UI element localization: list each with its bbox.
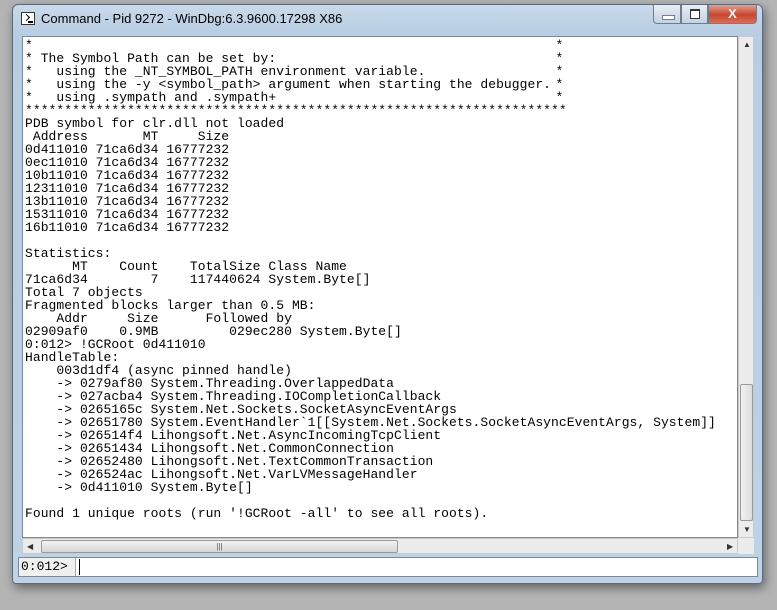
scroll-down-icon[interactable]: ▼ bbox=[743, 525, 751, 534]
command-prompt: 0:012> bbox=[19, 558, 76, 576]
output-line: 0:012> !GCRoot 0d411010 bbox=[25, 337, 206, 352]
scroll-right-icon[interactable]: ▶ bbox=[727, 542, 733, 551]
scroll-up-icon[interactable]: ▲ bbox=[743, 40, 751, 49]
command-input-row: 0:012> bbox=[18, 557, 758, 577]
vertical-scrollbar[interactable]: ▲ ▼ bbox=[738, 36, 754, 538]
horizontal-scroll-thumb[interactable]: ||| bbox=[41, 540, 398, 553]
close-icon: X bbox=[728, 6, 737, 21]
console-icon bbox=[21, 12, 35, 25]
window-title: Command - Pid 9272 - WinDbg:6.3.9600.172… bbox=[41, 11, 343, 26]
vertical-scroll-thumb[interactable] bbox=[740, 384, 753, 521]
scrollbar-corner bbox=[738, 538, 754, 554]
command-output[interactable]: * * * The Symbol Path can be set by: * * u… bbox=[22, 36, 738, 538]
windbg-command-window: Command - Pid 9272 - WinDbg:6.3.9600.172… bbox=[12, 4, 763, 584]
scroll-left-icon[interactable]: ◀ bbox=[27, 542, 33, 551]
output-line: -> 0d411010 System.Byte[] bbox=[25, 480, 253, 495]
command-input[interactable] bbox=[79, 559, 755, 575]
close-button[interactable]: X bbox=[708, 5, 757, 24]
minimize-button[interactable] bbox=[653, 5, 681, 24]
horizontal-scrollbar[interactable]: ◀ ||| ▶ bbox=[22, 538, 738, 554]
maximize-button[interactable] bbox=[681, 5, 708, 24]
output-line: 16b11010 71ca6d34 16777232 bbox=[25, 220, 230, 235]
output-line: Found 1 unique roots (run '!GCRoot -all'… bbox=[25, 506, 489, 521]
output-text: * * * The Symbol Path can be set by: * * u… bbox=[25, 39, 716, 520]
